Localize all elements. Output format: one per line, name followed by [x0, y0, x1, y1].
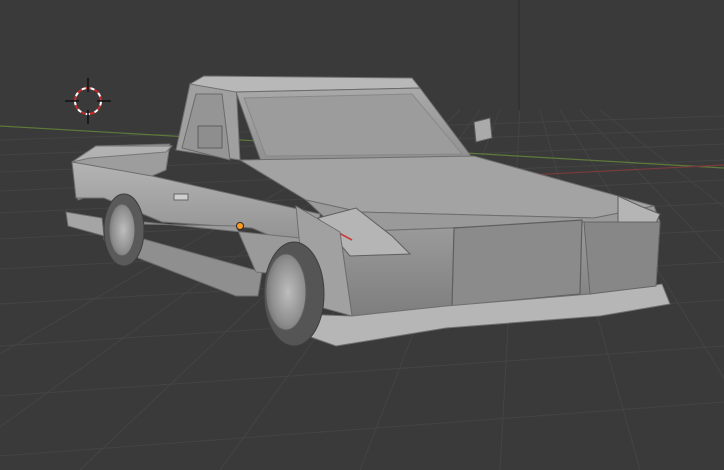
car-right-body-edge: [583, 221, 661, 295]
car-rear-bumper: [65, 211, 105, 237]
car-side-mirror-left: [197, 125, 223, 149]
car-mesh[interactable]: [65, 75, 671, 347]
viewport-canvas[interactable]: [0, 0, 724, 470]
front-wheel: [263, 241, 325, 347]
rear-wheel: [103, 193, 145, 267]
object-origin-icon[interactable]: [236, 222, 244, 230]
car-side-mirror-right: [473, 117, 493, 143]
3d-viewport[interactable]: [0, 0, 724, 470]
car-grille: [451, 219, 583, 307]
car-door-handle: [173, 193, 189, 201]
3d-cursor-icon[interactable]: [65, 78, 111, 124]
